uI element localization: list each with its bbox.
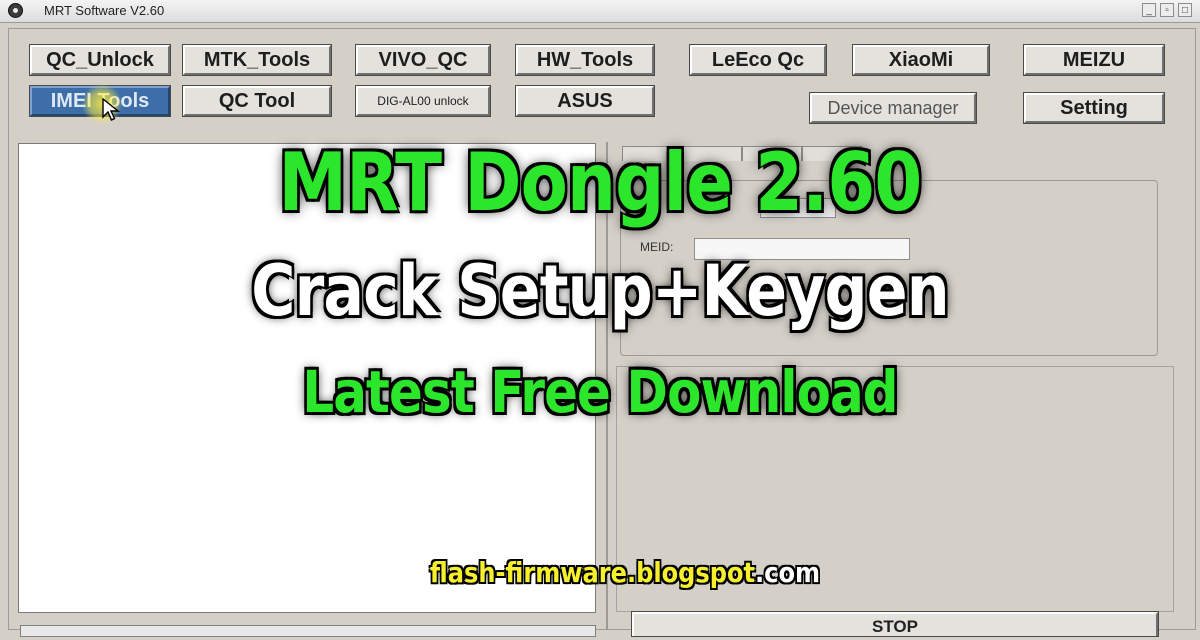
restore-icon[interactable]: ▫	[1160, 3, 1174, 17]
app-icon	[8, 3, 23, 18]
mtk-tools-button[interactable]: MTK_Tools	[182, 44, 332, 76]
asus-button[interactable]: ASUS	[515, 85, 655, 117]
watermark-part-4: .com	[755, 556, 821, 589]
minimize-icon[interactable]: _	[1142, 3, 1156, 17]
hw-tools-button[interactable]: HW_Tools	[515, 44, 655, 76]
leeco-qc-button[interactable]: LeEco Qc	[689, 44, 827, 76]
banner-subtitle: Crack Setup+Keygen	[251, 250, 949, 332]
qc-unlock-button[interactable]: QC_Unlock	[29, 44, 171, 76]
vivo-qc-button[interactable]: VIVO_QC	[355, 44, 491, 76]
progress-bar	[20, 625, 596, 637]
meizu-button[interactable]: MEIZU	[1023, 44, 1165, 76]
banner-tagline: Latest Free Download	[302, 358, 898, 426]
maximize-icon[interactable]: □	[1178, 3, 1192, 17]
xiaomi-button[interactable]: XiaoMi	[852, 44, 990, 76]
mouse-pointer-icon	[102, 98, 120, 121]
setting-button[interactable]: Setting	[1023, 92, 1165, 124]
device-manager-button[interactable]: Device manager	[809, 92, 977, 124]
banner-title: MRT Dongle 2.60	[278, 136, 923, 229]
stop-button[interactable]: STOP	[631, 611, 1159, 637]
watermark-part-3: blogspot	[636, 556, 756, 589]
window-titlebar: MRT Software V2.60 _ ▫ □	[0, 0, 1200, 23]
watermark-part-2: firmware.	[505, 556, 637, 589]
window-title: MRT Software V2.60	[44, 3, 165, 18]
qc-tool-button[interactable]: QC Tool	[182, 85, 332, 117]
site-watermark: flash-firmware.blogspot.com	[88, 556, 1163, 589]
watermark-part-1: flash-	[429, 556, 506, 589]
dig-al00-unlock-button[interactable]: DIG-AL00 unlock	[355, 85, 491, 117]
